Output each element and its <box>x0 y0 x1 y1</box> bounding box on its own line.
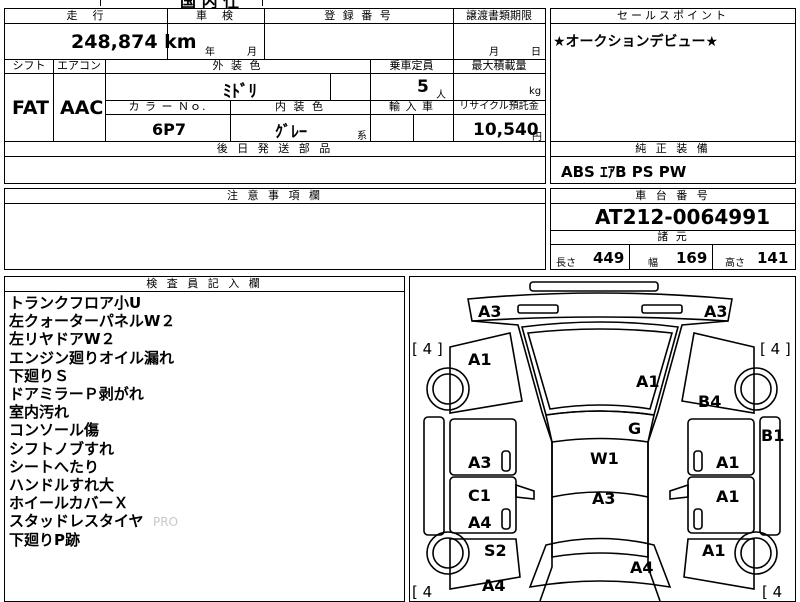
reg-no-label: 登 録 番 号 <box>324 9 393 22</box>
damage-mark: A3 <box>704 302 728 321</box>
chassis-label: 車 台 番 号 <box>551 189 795 204</box>
max-load-label: 最大積載量 <box>471 59 527 72</box>
remark-line: 左リヤドアW２ <box>9 330 116 349</box>
specs-label: 諸 元 <box>657 230 689 243</box>
inspector-box: 検 査 員 記 入 欄 トランクフロア小U 左クォーターパネルW２ 左リヤドアW… <box>4 276 405 602</box>
damage-mark: A1 <box>716 487 740 506</box>
inspection-month-unit: 月 <box>247 47 257 58</box>
remark-line: エンジン廻りオイル漏れ <box>9 348 175 367</box>
damage-mark: A4 <box>482 576 506 595</box>
damage-mark: A1 <box>636 372 660 391</box>
mileage-value: 248,874 km <box>71 31 197 53</box>
remark-line: トランクフロア小U <box>9 294 142 312</box>
mileage-label: 走 行 <box>66 9 106 22</box>
inspection-year-unit: 年 <box>205 47 215 58</box>
damage-mark: B4 <box>698 392 721 411</box>
ext-color-label: 外 装 色 <box>212 59 263 72</box>
watermark-text: PRO <box>153 515 179 529</box>
recycle-value: 10,540 <box>473 120 539 140</box>
tire-front-right-tread: [ 4 <box>762 583 782 601</box>
notes-box: 注 意 事 項 欄 <box>4 188 546 270</box>
remark-line: ドアミラーＰ剥がれ <box>9 385 144 404</box>
transfer-day-unit: 日 <box>531 47 541 58</box>
kg-unit: kg <box>529 86 542 97</box>
remark-line: 下廻りＳ <box>9 366 70 385</box>
sales-point-label: セールスポイント <box>551 9 795 24</box>
aircon-label: エアコン <box>57 59 101 72</box>
shift-label: シフト <box>12 59 46 72</box>
shift-value: FAT <box>12 97 49 119</box>
inspection-label: 車 検 <box>196 9 235 22</box>
height-value: 141 <box>757 249 789 267</box>
length-label: 長さ <box>556 258 576 269</box>
chassis-box: 車 台 番 号 AT212-0064991 諸 元 長さ 449 幅 169 高… <box>550 188 796 270</box>
int-color-value: ｸﾞﾚｰ <box>275 122 308 141</box>
width-label: 幅 <box>648 258 658 269</box>
equipment-label: 純 正 装 備 <box>551 142 795 157</box>
remarks-list: トランクフロア小U 左クォーターパネルW２ 左リヤドアW２ エンジン廻りオイル漏… <box>9 294 399 549</box>
damage-mark: A1 <box>702 541 726 560</box>
length-value: 449 <box>593 249 625 267</box>
later-parts-label: 後 日 発 送 部 品 <box>5 142 545 157</box>
damage-mark: S2 <box>484 541 507 560</box>
later-parts-box: 後 日 発 送 部 品 <box>4 141 546 184</box>
person-unit: 人 <box>436 90 446 101</box>
aircon-value: AAC <box>60 97 104 119</box>
remark-line: 室内汚れ <box>9 403 70 422</box>
equipment-box: 純 正 装 備 ABS ｴｱB PS PW <box>550 141 796 184</box>
damage-mark: A3 <box>468 453 492 472</box>
import-label: 輸 入 車 <box>389 100 434 113</box>
notes-label: 注 意 事 項 欄 <box>5 189 545 204</box>
top-partial-row: 国 内 仕 <box>0 0 800 11</box>
remark-line: ハンドルすれ大 <box>9 476 115 495</box>
equipment-value: ABS ｴｱB PS PW <box>561 163 687 181</box>
color-no-value: 6P7 <box>152 120 186 139</box>
transfer-month-unit: 月 <box>489 47 499 58</box>
remark-line: 下廻りP跡 <box>9 530 80 549</box>
remark-line: 左クォーターパネルW２ <box>9 312 176 331</box>
main-info-grid: 走 行 車 検 登 録 番 号 譲渡書類期限 248,874 km 年 月 月 … <box>4 8 546 143</box>
damage-mark: C1 <box>468 486 491 505</box>
chassis-value: AT212-0064991 <box>595 205 771 229</box>
capacity-label: 乗車定員 <box>389 59 434 72</box>
height-label: 高さ <box>725 258 745 269</box>
ext-color-value: ﾐﾄﾞﾘ <box>223 82 257 102</box>
sales-point-box: セールスポイント ★オークションデビュー★ <box>550 8 796 142</box>
width-value: 169 <box>676 249 708 267</box>
series-unit: 系 <box>357 131 367 142</box>
transfer-due-label: 譲渡書類期限 <box>466 9 532 22</box>
color-no-label: カ ラ ー Ｎｏ. <box>128 100 207 113</box>
tire-front-left-tread: [ 4 <box>412 583 432 601</box>
car-diagram-box: [ 4 ] [ 4 ] [ 4 [ 4 A3 A3 A1 A1 B4 B1 G … <box>409 276 796 602</box>
damage-mark: A1 <box>468 350 492 369</box>
damage-mark: B1 <box>761 426 784 445</box>
damage-mark: G <box>628 419 641 438</box>
damage-mark: A4 <box>468 513 492 532</box>
damage-mark: W1 <box>590 449 619 468</box>
remark-line: ホイールカバーＸ <box>9 494 129 513</box>
tire-rear-right-tread: [ 4 ] <box>760 340 791 358</box>
damage-mark: A3 <box>592 489 616 508</box>
remark-line: シフトノブすれ <box>9 439 115 458</box>
capacity-value: 5 <box>417 77 429 97</box>
sales-point-value: ★オークションデビュー★ <box>553 34 719 50</box>
remark-line: シートへたり <box>9 457 100 476</box>
damage-mark: A1 <box>716 453 740 472</box>
car-diagram: [ 4 ] [ 4 ] [ 4 [ 4 A3 A3 A1 A1 B4 B1 G … <box>412 281 791 601</box>
damage-mark: A3 <box>478 302 502 321</box>
damage-mark: A4 <box>630 558 654 577</box>
remark-line: スタッドレスタイヤ <box>9 512 144 531</box>
recycle-label: リサイクル預託金 <box>459 101 539 112</box>
remark-line: コンソール傷 <box>9 421 100 440</box>
inspector-label: 検 査 員 記 入 欄 <box>5 277 404 292</box>
tire-rear-left-tread: [ 4 ] <box>412 340 443 358</box>
int-color-label: 内 装 色 <box>275 100 325 113</box>
